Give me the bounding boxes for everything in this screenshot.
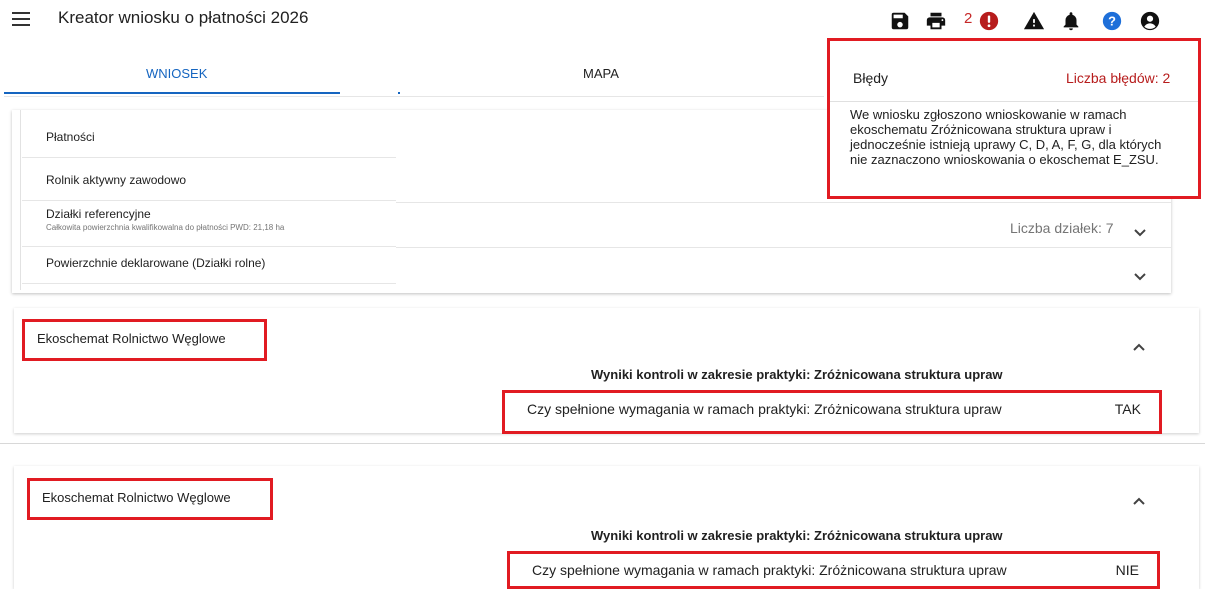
control-results-heading: Wyniki kontroli w zakresie praktyki: Zró… bbox=[591, 367, 1003, 382]
nav-item-rolnik-aktywny[interactable]: Rolnik aktywny zawodowo bbox=[46, 173, 186, 187]
dzialki-count: Liczba działek: 7 bbox=[1010, 220, 1114, 236]
chevron-down-icon[interactable] bbox=[1134, 224, 1146, 237]
tabs-divider bbox=[4, 96, 824, 97]
requirement-label: Czy spełnione wymagania w ramach praktyk… bbox=[532, 562, 1007, 578]
tab-wniosek[interactable]: WNIOSEK bbox=[146, 66, 207, 81]
list-left-rule bbox=[20, 110, 21, 290]
save-icon[interactable] bbox=[889, 10, 911, 32]
section-title[interactable]: Ekoschemat Rolnictwo Węglowe bbox=[22, 319, 267, 361]
svg-text:?: ? bbox=[1108, 14, 1116, 29]
errors-popup: Błędy Liczba błędów: 2 We wniosku zgłosz… bbox=[827, 38, 1201, 199]
print-icon[interactable] bbox=[925, 10, 947, 32]
menu-icon[interactable] bbox=[12, 12, 30, 26]
requirement-value: NIE bbox=[1115, 562, 1139, 578]
nav-item-sublabel: Całkowita powierzchnia kwalifikowalna do… bbox=[46, 223, 285, 232]
chevron-up-icon[interactable] bbox=[1133, 338, 1145, 351]
divider bbox=[22, 200, 396, 201]
nav-item-platnosci[interactable]: Płatności bbox=[46, 130, 95, 144]
errors-count: Liczba błędów: 2 bbox=[1066, 70, 1171, 86]
errors-title: Błędy bbox=[853, 70, 889, 86]
divider bbox=[22, 246, 396, 247]
divider bbox=[22, 157, 396, 158]
control-results-heading: Wyniki kontroli w zakresie praktyki: Zró… bbox=[591, 528, 1003, 543]
help-icon[interactable]: ? bbox=[1101, 10, 1123, 32]
nav-item-powierzchnie-deklarowane[interactable]: Powierzchnie deklarowane (Działki rolne) bbox=[46, 256, 265, 270]
tab-mapa[interactable]: MAPA bbox=[583, 66, 619, 81]
warning-icon[interactable] bbox=[1023, 10, 1045, 32]
chevron-down-icon[interactable] bbox=[1134, 268, 1146, 281]
account-icon[interactable] bbox=[1139, 10, 1161, 32]
error-message: We wniosku zgłoszono wnioskowanie w rama… bbox=[850, 107, 1162, 167]
divider bbox=[396, 202, 1171, 203]
app-title: Kreator wniosku o płatności 2026 bbox=[58, 8, 309, 27]
error-icon[interactable] bbox=[978, 10, 1000, 32]
tab-indicator-mark bbox=[398, 92, 400, 94]
chevron-up-icon[interactable] bbox=[1133, 492, 1145, 505]
requirement-row: Czy spełnione wymagania w ramach praktyk… bbox=[507, 551, 1160, 589]
divider bbox=[0, 443, 1205, 444]
bell-icon[interactable] bbox=[1060, 10, 1082, 32]
requirement-label: Czy spełnione wymagania w ramach praktyk… bbox=[527, 401, 1002, 417]
divider bbox=[830, 101, 1198, 102]
requirement-row: Czy spełnione wymagania w ramach praktyk… bbox=[502, 390, 1162, 434]
divider bbox=[396, 247, 1171, 248]
divider bbox=[22, 283, 396, 284]
section-title[interactable]: Ekoschemat Rolnictwo Węglowe bbox=[27, 478, 273, 520]
requirement-value: TAK bbox=[1114, 401, 1141, 417]
nav-item-dzialki-referencyjne[interactable]: Działki referencyjne bbox=[46, 207, 151, 221]
active-tab-indicator bbox=[4, 92, 340, 94]
error-count-badge: 2 bbox=[964, 10, 973, 27]
